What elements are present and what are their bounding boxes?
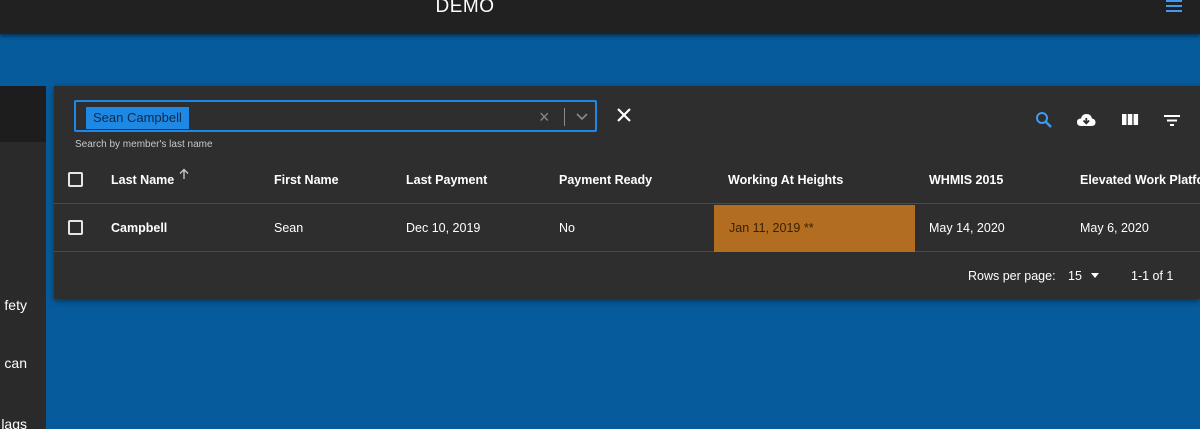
col-elevated-work-platform[interactable]: Elevated Work Platfor	[1080, 156, 1200, 203]
menu-icon[interactable]	[1166, 0, 1182, 12]
cell-elevated-work-platform: May 6, 2020	[1080, 221, 1149, 235]
dropdown-arrow-icon[interactable]	[1091, 273, 1099, 278]
col-whmis-2015[interactable]: WHMIS 2015	[929, 156, 1003, 203]
filter-icon[interactable]	[1162, 110, 1182, 130]
search-chip[interactable]: Sean Campbell	[86, 107, 189, 129]
search-helper-text: Search by member's last name	[75, 139, 213, 150]
sidebar-active-item[interactable]	[0, 86, 46, 142]
col-first-name[interactable]: First Name	[274, 156, 339, 203]
rows-per-page-label: Rows per page:	[968, 269, 1056, 283]
chevron-down-icon[interactable]	[574, 108, 590, 124]
app-bar: DEMO	[0, 0, 1200, 34]
arrow-up-icon[interactable]	[179, 168, 189, 180]
col-last-name[interactable]: Last Name	[111, 156, 174, 203]
col-last-payment[interactable]: Last Payment	[406, 156, 487, 203]
cell-last-payment: Dec 10, 2019	[406, 221, 481, 235]
separator	[564, 108, 565, 126]
sidebar-item-text[interactable]: lags	[1, 416, 27, 429]
table-header-row: Last Name First Name Last Payment Paymen…	[54, 156, 1200, 204]
rows-per-page-select[interactable]: 15	[1068, 253, 1082, 299]
sidebar-item-text[interactable]: fety	[4, 297, 27, 313]
cell-working-at-heights-text: Jan 11, 2019 **	[729, 221, 814, 235]
pagination-range: 1-1 of 1	[1131, 269, 1174, 283]
sidebar: fety can lags	[0, 86, 46, 429]
select-all-checkbox[interactable]	[68, 172, 83, 187]
col-working-at-heights[interactable]: Working At Heights	[728, 156, 843, 203]
cell-payment-ready: No	[559, 221, 575, 235]
cell-first-name: Sean	[274, 221, 304, 235]
search-icon[interactable]	[1034, 110, 1054, 130]
app-title: DEMO	[435, 0, 495, 17]
members-table-card: Sean Campbell × Search by member's last …	[54, 86, 1200, 299]
col-payment-ready[interactable]: Payment Ready	[559, 156, 652, 203]
cell-last-name: Campbell	[111, 221, 168, 235]
view-column-icon[interactable]	[1120, 110, 1140, 130]
cell-whmis-2015: May 14, 2020	[929, 221, 1005, 235]
member-search-input[interactable]: Sean Campbell ×	[74, 100, 597, 132]
table-row[interactable]: Campbell Sean Dec 10, 2019 No Jan 11, 20…	[54, 205, 1200, 252]
table-pagination: Rows per page: 15 1-1 of 1	[54, 253, 1200, 299]
cell-working-at-heights: Jan 11, 2019 **	[714, 205, 915, 252]
close-search-icon[interactable]	[615, 106, 633, 124]
row-checkbox[interactable]	[68, 220, 83, 235]
clear-selection-icon[interactable]: ×	[539, 106, 550, 128]
cloud-download-icon[interactable]	[1076, 110, 1096, 130]
sidebar-item-text[interactable]: can	[4, 355, 27, 371]
